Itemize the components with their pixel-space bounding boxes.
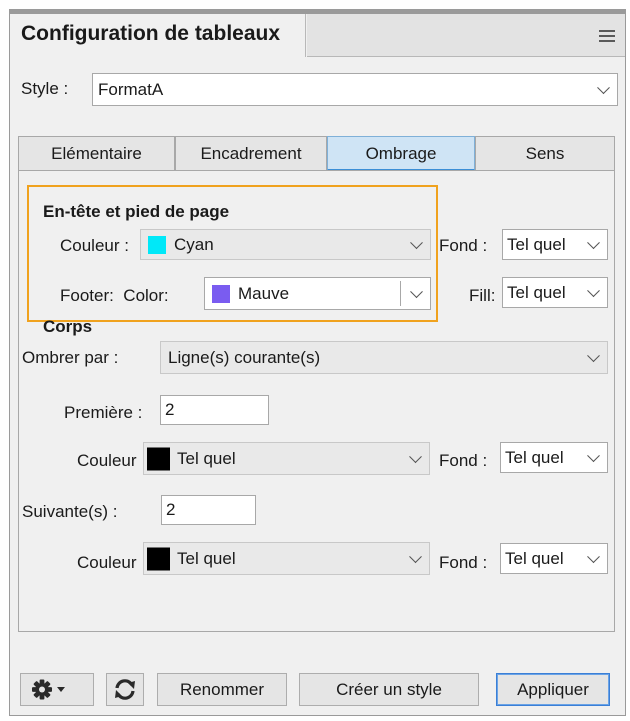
chevron-down-icon bbox=[587, 448, 600, 462]
header-color-value: Cyan bbox=[174, 234, 214, 254]
tab-elementaire[interactable]: Elémentaire bbox=[18, 136, 175, 171]
chevron-down-icon bbox=[597, 80, 610, 94]
first-color-label: Couleur bbox=[77, 451, 137, 470]
refresh-button[interactable] bbox=[106, 673, 144, 706]
tab-encadrement[interactable]: Encadrement bbox=[175, 136, 327, 171]
header-fill-label: Fond : bbox=[439, 236, 488, 255]
black-swatch-icon bbox=[147, 547, 170, 570]
footer-color-value: Mauve bbox=[238, 283, 290, 303]
panel-title: Configuration de tableaux bbox=[21, 22, 281, 45]
first-color-select[interactable]: Tel quel bbox=[143, 442, 430, 475]
panel-title-bar bbox=[307, 14, 625, 57]
chevron-down-icon bbox=[587, 283, 600, 297]
gear-icon bbox=[32, 679, 65, 700]
chevron-down-icon bbox=[409, 549, 422, 563]
refresh-icon bbox=[115, 679, 135, 700]
chevron-down-icon bbox=[587, 549, 600, 563]
first-fill-value: Tel quel bbox=[505, 447, 564, 467]
next-color-value: Tel quel bbox=[177, 548, 236, 568]
apply-button[interactable]: Appliquer bbox=[496, 673, 610, 706]
first-fill-select[interactable]: Tel quel bbox=[500, 442, 608, 473]
shade-by-label: Ombrer par : bbox=[22, 348, 119, 367]
chevron-down-icon bbox=[409, 449, 422, 463]
panel-title-tab[interactable]: Configuration de tableaux bbox=[10, 14, 306, 57]
shade-by-select[interactable]: Ligne(s) courante(s) bbox=[160, 341, 608, 374]
footer-color-select[interactable]: Mauve bbox=[204, 277, 431, 310]
style-select[interactable]: FormatA bbox=[92, 73, 618, 106]
header-footer-heading: En-tête et pied de page bbox=[43, 202, 230, 221]
settings-menu-button[interactable] bbox=[20, 673, 94, 706]
first-color-value: Tel quel bbox=[177, 448, 236, 468]
tab-ombrage[interactable]: Ombrage bbox=[327, 136, 475, 171]
shade-by-value: Ligne(s) courante(s) bbox=[168, 347, 321, 367]
style-label: Style : bbox=[21, 79, 69, 98]
cyan-swatch-icon bbox=[148, 235, 166, 254]
next-label: Suivante(s) : bbox=[22, 502, 118, 521]
next-fill-value: Tel quel bbox=[505, 548, 564, 568]
header-color-label: Couleur : bbox=[60, 236, 129, 255]
first-label: Première : bbox=[64, 403, 143, 422]
next-color-select[interactable]: Tel quel bbox=[143, 542, 430, 575]
header-fill-value: Tel quel bbox=[507, 234, 566, 254]
black-swatch-icon bbox=[147, 447, 170, 470]
mauve-swatch-icon bbox=[212, 284, 230, 303]
tab-sens[interactable]: Sens bbox=[475, 136, 615, 171]
footer-color-label: Footer: Color: bbox=[60, 286, 169, 305]
next-color-label: Couleur bbox=[77, 553, 137, 572]
style-value: FormatA bbox=[98, 79, 164, 99]
next-input[interactable]: 2 bbox=[161, 495, 256, 525]
chevron-down-icon bbox=[410, 284, 423, 298]
chevron-down-icon bbox=[410, 235, 423, 249]
chevron-down-icon bbox=[587, 348, 600, 362]
hamburger-menu-icon[interactable] bbox=[599, 30, 615, 42]
rename-button[interactable]: Renommer bbox=[157, 673, 287, 706]
header-color-select[interactable]: Cyan bbox=[140, 229, 431, 260]
next-fill-label: Fond : bbox=[439, 553, 488, 572]
body-heading: Corps bbox=[43, 317, 93, 336]
tab-bar: Elémentaire Encadrement Ombrage Sens bbox=[18, 136, 615, 171]
chevron-down-icon bbox=[587, 235, 600, 249]
header-fill-select[interactable]: Tel quel bbox=[502, 229, 608, 260]
select-divider bbox=[400, 281, 401, 306]
footer-fill-value: Tel quel bbox=[507, 282, 566, 302]
create-style-button[interactable]: Créer un style bbox=[299, 673, 479, 706]
first-fill-label: Fond : bbox=[439, 451, 488, 470]
footer-fill-select[interactable]: Tel quel bbox=[502, 277, 608, 308]
dropdown-arrow-icon bbox=[57, 687, 65, 692]
first-input[interactable]: 2 bbox=[160, 395, 269, 425]
next-fill-select[interactable]: Tel quel bbox=[500, 543, 608, 574]
footer-fill-label: Fill: bbox=[469, 286, 496, 305]
